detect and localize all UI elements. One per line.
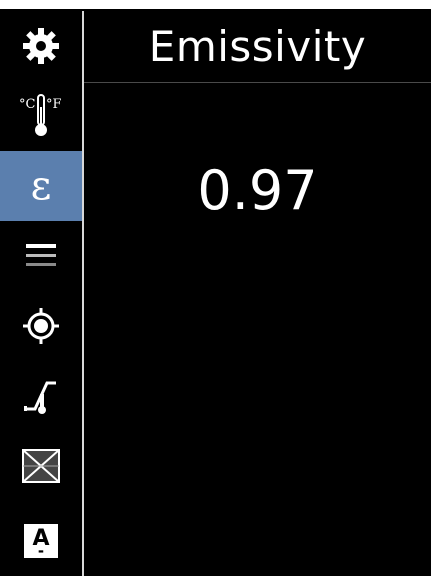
curve-icon <box>24 381 56 414</box>
sidebar-item-font[interactable]: A ▬ <box>0 506 82 576</box>
sidebar: °C °F ε A ▬ <box>0 11 84 576</box>
letter-a-underline: ▬ <box>38 548 44 555</box>
emissivity-value[interactable]: 0.97 <box>84 159 431 222</box>
letter-a-icon: A ▬ <box>24 524 58 558</box>
sidebar-item-image[interactable] <box>0 431 82 501</box>
thermometer-icon <box>35 94 47 136</box>
epsilon-icon: ε <box>30 163 52 209</box>
sidebar-item-lines[interactable] <box>0 221 82 291</box>
sidebar-item-temperature-units[interactable]: °C °F <box>0 81 82 151</box>
gear-icon <box>23 28 59 64</box>
page-title: Emissivity <box>148 22 367 71</box>
page-header: Emissivity <box>84 11 431 83</box>
sidebar-item-curve[interactable] <box>0 361 82 431</box>
lines-icon <box>26 244 56 266</box>
crosshair-icon <box>23 308 59 344</box>
image-cross-icon <box>22 449 60 483</box>
sidebar-item-settings[interactable] <box>0 11 82 81</box>
sidebar-item-emissivity[interactable]: ε <box>0 151 82 221</box>
top-border <box>0 0 431 2</box>
device-screen: °C °F ε A ▬ Emissivity 0.97 <box>0 9 431 576</box>
sidebar-item-spot[interactable] <box>0 291 82 361</box>
thermometer-units-icon: °C °F <box>19 93 63 139</box>
